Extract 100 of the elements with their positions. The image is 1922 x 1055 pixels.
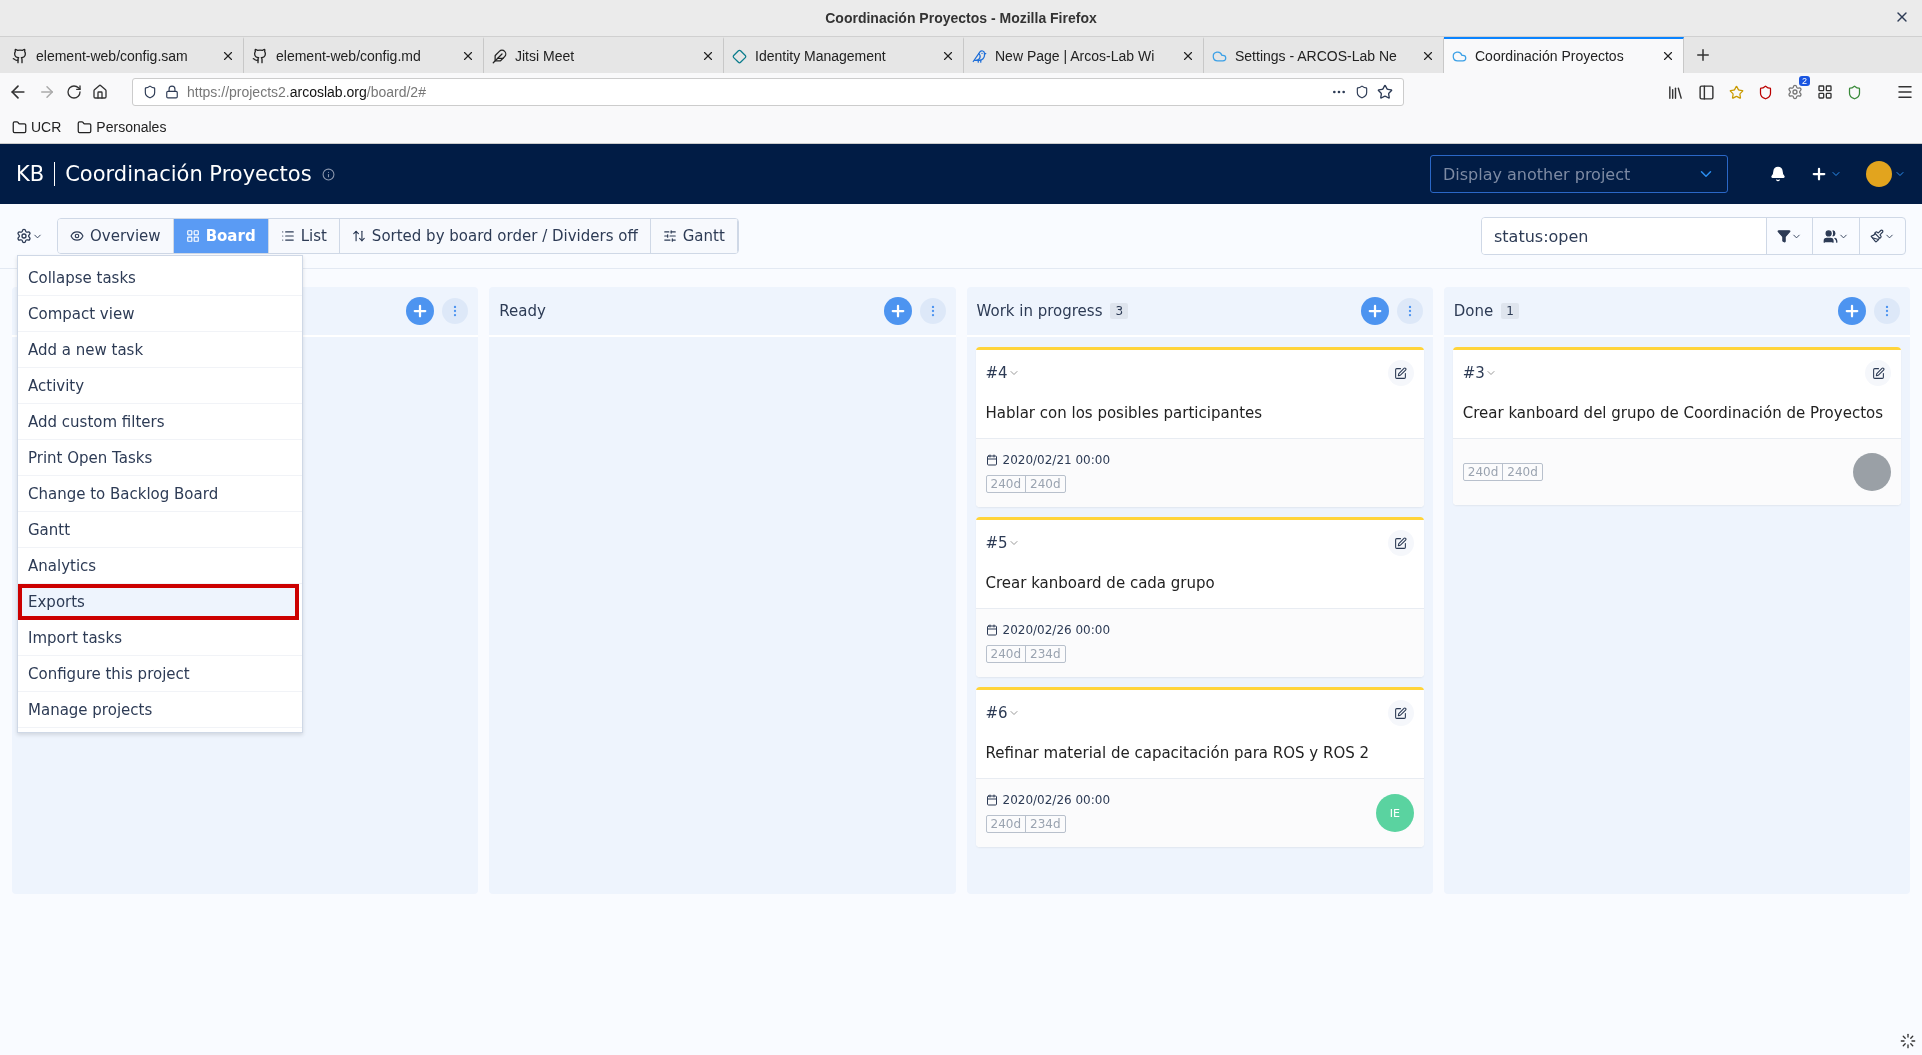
time-tags: 240d 234d <box>985 645 1066 663</box>
list-icon <box>280 229 295 243</box>
plus-icon <box>1843 302 1861 320</box>
menu-item[interactable]: Configure this project <box>18 656 302 692</box>
add-dropdown[interactable] <box>1810 165 1842 183</box>
column-title: Ready <box>499 302 546 320</box>
star-icon <box>1377 84 1393 100</box>
settings-icon <box>16 228 32 244</box>
due-date: 2020/02/26 00:00 <box>1002 623 1111 637</box>
view-tab[interactable]: Overview <box>58 219 174 253</box>
menu-item[interactable]: Change to Backlog Board <box>18 476 302 512</box>
sidebar-icon[interactable] <box>1698 83 1715 101</box>
folder-icon <box>77 119 93 135</box>
due-date: 2020/02/26 00:00 <box>1002 793 1111 807</box>
filter-icon <box>1777 229 1791 243</box>
shield-icon[interactable] <box>1758 84 1773 100</box>
bookmark-folder[interactable]: Personales <box>77 119 167 135</box>
favicon-icon <box>492 48 507 64</box>
close-icon <box>701 49 715 63</box>
favicon-icon <box>1452 48 1467 64</box>
task-card[interactable]: #4 Hablar con los posibles participantes 2020/02/21 00:00 240d 240d <box>975 347 1424 507</box>
window-title: Coordinación Proyectos - Mozilla Firefox <box>825 10 1097 26</box>
add-task-button[interactable] <box>1838 297 1866 325</box>
add-task-button[interactable] <box>883 297 912 325</box>
close-icon <box>221 49 235 63</box>
menu-item[interactable]: Import tasks <box>18 620 302 656</box>
menu-item[interactable]: Exports <box>18 584 299 620</box>
grid-icon <box>185 229 200 243</box>
column-title: Done <box>1453 302 1494 320</box>
calendar-icon <box>985 454 998 466</box>
time-tags: 240d 240d <box>985 475 1066 493</box>
menu-item[interactable]: Analytics <box>18 548 302 584</box>
task-count: 3 <box>1110 303 1129 319</box>
calendar-icon <box>985 624 998 636</box>
home-icon[interactable] <box>92 84 108 100</box>
favicon-icon <box>12 48 28 64</box>
search-field[interactable]: status:open <box>1482 218 1767 254</box>
menu-icon[interactable] <box>1896 83 1914 101</box>
menu-item[interactable]: Activity <box>18 368 302 404</box>
settings-dropdown[interactable] <box>16 228 43 244</box>
menu-item[interactable]: Add a new task <box>18 332 302 368</box>
add-task-button[interactable] <box>406 297 435 325</box>
brush-icon <box>1870 229 1884 243</box>
project-title: Coordinación Proyectos <box>65 162 312 186</box>
add-task-button[interactable] <box>1360 297 1389 325</box>
app-logo[interactable]: KB <box>16 162 56 186</box>
edit-icon[interactable] <box>1865 360 1891 386</box>
task-count: 1 <box>1501 303 1519 319</box>
time-tags: 240d 234d <box>985 815 1066 833</box>
bookmark-folder[interactable]: UCR <box>12 119 62 135</box>
user-avatar <box>1866 161 1892 187</box>
menu-item[interactable]: Compact view <box>18 296 302 332</box>
favicon-icon <box>732 48 747 64</box>
calendar-icon <box>985 794 998 806</box>
browser-tab[interactable]: Coordinación Proyectos <box>1444 37 1684 73</box>
due-date: 2020/02/21 00:00 <box>1002 453 1111 467</box>
task-card[interactable]: #3 Crear kanboard del grupo de Coordinación de Proyectos 240d 240d <box>1452 347 1901 505</box>
menu-item[interactable]: Manage projects <box>18 692 302 728</box>
task-title: Hablar con los posibles participantes <box>985 404 1264 422</box>
task-card[interactable]: #6 Refinar material de capacitación para ROS y ROS 2 2020/02/26 00:00 240d 234d IE <box>975 687 1424 847</box>
avatar-circle[interactable] <box>1853 453 1891 491</box>
lock-icon <box>165 85 179 99</box>
sort-icon <box>351 229 366 243</box>
info-icon <box>321 167 335 181</box>
task-title: Crear kanboard de cada grupo <box>985 574 1216 592</box>
task-id[interactable]: #3 <box>1462 364 1497 382</box>
task-card[interactable]: #5 Crear kanboard de cada grupo 2020/02/26 00:00 240d 234d <box>975 517 1424 677</box>
address-bar[interactable]: https://projects2.arcoslab.org/board/2# <box>132 78 1404 106</box>
project-select[interactable]: Display another project <box>1430 155 1728 193</box>
edit-icon[interactable] <box>1387 360 1414 386</box>
column-title: Work in progress <box>976 302 1103 320</box>
edit-icon[interactable] <box>1387 700 1414 726</box>
library-icon[interactable] <box>1667 83 1684 101</box>
task-id[interactable]: #6 <box>985 704 1020 722</box>
sliders-icon <box>662 229 677 243</box>
close-icon <box>461 49 475 63</box>
shield-icon <box>1355 85 1369 99</box>
time-tags: 240d 240d <box>1462 463 1543 481</box>
task-title: Crear kanboard del grupo de Coordinación de Proyectos <box>1462 404 1884 422</box>
edit-icon[interactable] <box>1387 530 1414 556</box>
close-icon <box>1661 49 1675 63</box>
bell-icon[interactable] <box>1770 166 1786 182</box>
shield-icon <box>143 85 157 99</box>
task-id[interactable]: #5 <box>985 534 1020 552</box>
menu-item[interactable]: Gantt <box>18 512 302 548</box>
close-icon <box>1421 49 1435 63</box>
reload-icon[interactable] <box>66 84 82 100</box>
users-icon <box>1823 228 1838 244</box>
favicon-icon <box>1212 48 1227 64</box>
eye-icon <box>70 229 84 243</box>
folder-icon <box>12 119 27 135</box>
favicon-icon <box>972 48 987 64</box>
plus-icon <box>1810 165 1828 183</box>
grid-icon[interactable] <box>1817 84 1833 100</box>
favicon-icon <box>252 48 268 64</box>
menu-item[interactable]: Collapse tasks <box>18 260 302 296</box>
task-id[interactable]: #4 <box>985 364 1020 382</box>
user-menu[interactable] <box>1866 161 1906 187</box>
menu-item[interactable]: Print Open Tasks <box>18 440 302 476</box>
menu-item[interactable]: Add custom filters <box>18 404 302 440</box>
